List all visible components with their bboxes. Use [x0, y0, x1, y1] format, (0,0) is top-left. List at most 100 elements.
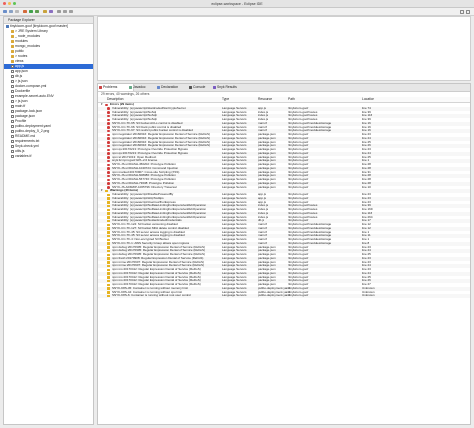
tree-item-label: requirements.txt — [15, 139, 40, 143]
window-title: eclipse-workspace - Eclipse IDE — [211, 1, 263, 6]
tree-item-label: utils.js — [15, 149, 25, 153]
folder-icon — [11, 59, 14, 63]
tree-item[interactable]: variables.tf — [4, 154, 93, 159]
file-icon — [11, 149, 14, 153]
column-description[interactable]: Description — [107, 97, 124, 102]
file-icon — [11, 124, 14, 128]
problem-type: Language Servers — [222, 294, 247, 298]
tab-icon — [157, 86, 160, 89]
debug-icon[interactable] — [23, 9, 27, 13]
column-path[interactable]: Path — [288, 97, 295, 102]
problem-resource: pulibo-deployment.yaml — [258, 294, 290, 298]
tree-item-label: public — [15, 49, 24, 53]
folder-icon — [11, 29, 14, 33]
tree-item-label: modules — [15, 39, 28, 43]
file-icon — [11, 74, 14, 78]
forward-icon[interactable] — [69, 9, 73, 13]
package-explorer-header: Package Explorer — [4, 17, 93, 24]
new-class-icon[interactable] — [49, 9, 53, 13]
column-type[interactable]: Type — [222, 97, 229, 102]
save-icon[interactable] — [9, 9, 13, 13]
package-explorer-tab[interactable]: Package Explorer — [8, 18, 35, 22]
bottom-tabs: Problems Javadoc Declaration Console Snyk Re… — [98, 84, 470, 92]
window-titlebar: eclipse-workspace - Eclipse IDE — [0, 0, 474, 8]
tree-item-label: example-secret-auto.ENV — [15, 94, 54, 98]
back-icon[interactable] — [63, 9, 67, 13]
java-perspective-icon[interactable] — [466, 9, 470, 14]
tree-item-label: > routes — [15, 54, 28, 58]
column-resource[interactable]: Resource — [258, 97, 272, 102]
file-icon — [11, 144, 14, 148]
file-icon — [11, 84, 14, 88]
folder-icon — [11, 34, 14, 38]
tree-item-label: views — [15, 59, 24, 63]
main-toolbar — [0, 8, 474, 16]
tree-item-label: package.json — [15, 114, 35, 118]
project-icon — [6, 24, 9, 28]
tree-item-label: pulibo-deploy_5_2.png — [15, 129, 50, 133]
tree-item-label: docker-compose.yml — [15, 84, 47, 88]
problem-description: SNYK-K8S-6: Container is running without… — [112, 294, 191, 298]
problems-list: ▾ Errors (29 items) Vulnerability: (a) jav… — [98, 102, 470, 298]
folder-icon — [11, 49, 14, 53]
file-icon — [11, 99, 14, 103]
tree-item-label: Snyk-check.yml — [15, 144, 39, 148]
tab-snyk-results[interactable]: Snyk Results — [212, 84, 249, 91]
file-icon — [11, 89, 14, 93]
file-icon — [11, 94, 14, 98]
tab-label: Console — [193, 85, 206, 89]
print-icon[interactable] — [15, 9, 19, 13]
tree-item-label: mongo_modules — [15, 44, 41, 48]
tab-icon — [213, 86, 216, 89]
file-icon — [11, 134, 14, 138]
problems-view: Problems Javadoc Declaration Console Snyk Re… — [97, 83, 471, 425]
editor-area[interactable] — [97, 16, 471, 81]
new-file-icon[interactable] — [3, 9, 7, 13]
tree-item-label: tinykicom-goof [tinykicom-goof master] — [10, 24, 68, 28]
tree-item-label: _ node_modules — [15, 34, 41, 38]
file-icon — [11, 154, 14, 158]
tree-item-label: main.tf — [15, 104, 26, 108]
package-explorer: Package Explorer tinykicom-goof [tinykic… — [3, 16, 94, 425]
tab-icon — [189, 86, 192, 89]
tree-item-label: db.js — [15, 74, 23, 78]
tab-label: Snyk Results — [217, 85, 237, 89]
file-icon — [11, 79, 14, 83]
tree-item-label: Dockerfile — [15, 89, 31, 93]
file-icon — [11, 129, 14, 133]
tab-icon — [99, 86, 102, 89]
folder-icon — [11, 39, 14, 43]
folder-icon — [11, 54, 14, 58]
tree-item-label: variables.tf — [15, 154, 32, 158]
tree-item-label: Procfile — [15, 119, 27, 123]
tree-item-label: > JRE System Library — [15, 29, 48, 33]
tab-label: Declaration — [161, 85, 179, 89]
file-icon — [11, 104, 14, 108]
tab-label: Javadoc — [133, 85, 146, 89]
problem-path: /tinykicom-goof — [288, 294, 309, 298]
folder-icon — [11, 44, 14, 48]
problem-location: Unknown — [362, 294, 375, 298]
tree-item-label: app.js — [15, 64, 25, 68]
perspective-icon[interactable] — [460, 9, 464, 14]
file-icon — [11, 114, 14, 118]
tab-label: Problems — [103, 85, 118, 89]
tree-item-label: > js.json — [15, 79, 28, 83]
tree-item-label: package-lock.json — [15, 109, 43, 113]
tree-item-label: > js.json — [15, 99, 28, 103]
tree-item-label: README.md — [15, 134, 36, 138]
file-icon — [11, 119, 14, 123]
run-icon[interactable] — [29, 9, 33, 13]
problem-row[interactable]: SNYK-K8S-6: Container is running without… — [98, 294, 470, 298]
file-icon — [11, 139, 14, 143]
run-config-icon[interactable] — [35, 9, 39, 13]
warning-icon — [107, 294, 110, 298]
new-package-icon[interactable] — [43, 9, 47, 13]
file-icon — [11, 69, 14, 73]
tree-item-label: app.json — [15, 69, 28, 73]
column-location[interactable]: Location — [362, 97, 374, 102]
tree-item-label: pulibo-deployment.yaml — [15, 124, 51, 128]
tab-icon — [129, 86, 132, 89]
search-icon[interactable] — [57, 9, 61, 13]
file-icon — [11, 64, 14, 68]
